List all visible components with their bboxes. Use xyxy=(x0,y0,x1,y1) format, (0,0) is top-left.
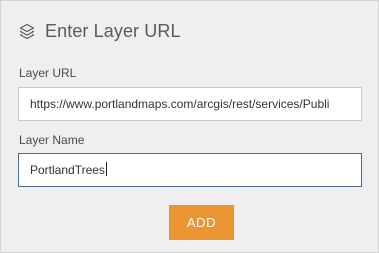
add-button[interactable]: ADD xyxy=(169,205,234,240)
layers-icon xyxy=(18,22,36,40)
layer-name-value: PortlandTrees xyxy=(30,163,105,177)
text-caret xyxy=(105,162,107,176)
layer-url-value: https://www.portlandmaps.com/arcgis/rest… xyxy=(30,97,330,111)
layer-name-input[interactable]: PortlandTrees xyxy=(18,153,362,187)
dialog-title: Enter Layer URL xyxy=(45,20,181,41)
layer-name-label: Layer Name xyxy=(19,133,85,147)
layer-url-label: Layer URL xyxy=(19,66,77,80)
add-layer-panel: Enter Layer URL Layer URL https://www.po… xyxy=(0,0,379,253)
layer-url-input[interactable]: https://www.portlandmaps.com/arcgis/rest… xyxy=(18,87,362,121)
panel-header: Enter Layer URL xyxy=(18,19,181,43)
layer-name-text-wrap: PortlandTrees xyxy=(30,154,350,186)
